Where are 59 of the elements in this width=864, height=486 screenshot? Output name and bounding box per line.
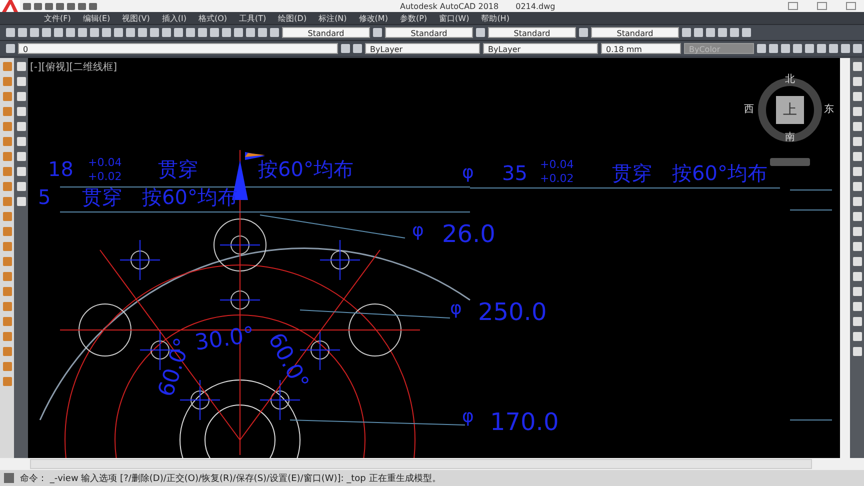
dimension-text: 贯穿 (158, 157, 198, 181)
west-label: 西 (744, 104, 754, 116)
style-dropdown[interactable]: Standard (385, 27, 473, 38)
style-icon[interactable] (579, 28, 588, 37)
menu-item[interactable]: 视图(V) (122, 12, 150, 24)
dimension-text: 按60°均布 (672, 161, 768, 185)
style-icon[interactable] (476, 28, 485, 37)
linetype-dropdown[interactable]: ByLayer (483, 43, 598, 54)
style-dropdown[interactable]: Standard (488, 27, 576, 38)
dimension-text: 按60°均布 (142, 185, 238, 209)
south-label: 南 (785, 132, 795, 144)
file-name: 0214.dwg (516, 2, 556, 10)
dimension-text: 按60°均布 (258, 157, 354, 181)
dimension-text: 170.0 (490, 408, 559, 436)
dimension-text: φ (462, 406, 474, 427)
dimension-text: 26.0 (442, 220, 496, 248)
color-dropdown[interactable]: ByLayer (365, 43, 480, 54)
dimension-text: +0.02 (88, 170, 122, 183)
menu-item[interactable]: 窗口(W) (439, 12, 470, 24)
dimension-text: φ (462, 162, 474, 183)
vertical-scrollbar[interactable] (840, 58, 850, 458)
style-icon[interactable] (270, 28, 279, 37)
dimension-text: +0.04 (88, 156, 122, 169)
dimension-text: φ (412, 220, 424, 241)
horizontal-scrollbar[interactable] (30, 459, 812, 469)
dimension-text: 贯穿 (82, 185, 122, 209)
layer-icon[interactable] (6, 44, 15, 53)
wcs-button[interactable] (770, 158, 810, 166)
dimension-text: 5 (38, 185, 51, 209)
menu-item[interactable]: 工具(T) (239, 12, 266, 24)
layer-dropdown[interactable]: 0 (18, 43, 338, 54)
dimension-text: 贯穿 (612, 161, 652, 185)
maximize-icon[interactable] (817, 2, 827, 10)
menu-item[interactable]: 格式(O) (198, 12, 228, 24)
top-face-label[interactable]: 上 (776, 96, 804, 124)
style-dropdown[interactable]: Standard (282, 27, 370, 38)
east-label: 东 (824, 104, 834, 116)
dimension-text: 18 (48, 157, 74, 181)
style-icon[interactable] (373, 28, 382, 37)
menu-item[interactable]: 插入(I) (162, 12, 186, 24)
lineweight-dropdown[interactable]: 0.18 mm (601, 43, 681, 54)
north-label: 北 (785, 74, 795, 86)
menu-item[interactable]: 标注(N) (318, 12, 347, 24)
dimension-text: +0.04 (540, 158, 574, 171)
menu-item[interactable]: 编辑(E) (82, 12, 110, 24)
menu-item[interactable]: 修改(M) (358, 12, 388, 24)
menu-item[interactable]: 文件(F) (44, 12, 71, 24)
dimension-text: φ (450, 298, 462, 319)
menu-item[interactable]: 绘图(D) (278, 12, 307, 24)
dimension-text: 35 (502, 161, 528, 185)
app-logo-icon[interactable] (0, 0, 20, 12)
dimension-text: +0.02 (540, 172, 574, 185)
command-line-text: 命令： _-view 输入选项 [?/删除(D)/正交(O)/恢复(R)/保存(S)/设置(E)/窗口(W)]: _top 正在重生成模型。 (20, 472, 441, 484)
window-title: Autodesk AutoCAD 2018 (400, 2, 499, 10)
dimension-text: 250.0 (478, 298, 547, 326)
menu-item[interactable]: 参数(P) (400, 12, 428, 24)
style-dropdown[interactable]: Standard (591, 27, 679, 38)
viewport-label[interactable]: [-][俯视][二维线框] (30, 60, 118, 74)
menu-item[interactable]: 帮助(H) (481, 12, 510, 24)
